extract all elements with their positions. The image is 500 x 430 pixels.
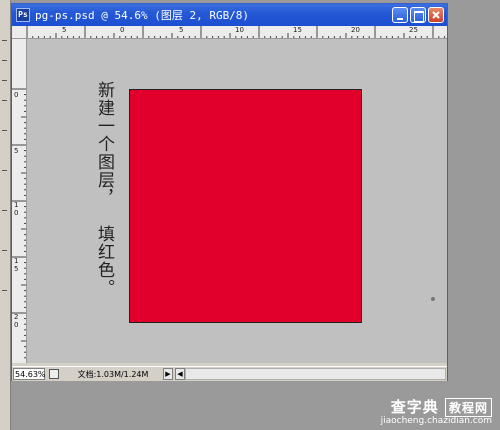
ruler-label: 25	[409, 26, 418, 34]
canvas-workspace[interactable]: 新建一个图层， 填红色。	[27, 39, 447, 363]
document-window[interactable]: Ps pg-ps.psd @ 54.6% (图层 2, RGB/8) 5 0 5…	[11, 3, 448, 381]
palette-edge	[0, 0, 11, 430]
horizontal-ruler[interactable]: 5 0 5 10 15 20 25	[27, 26, 447, 39]
ruler-origin[interactable]	[12, 26, 27, 39]
ruler-label: 5	[62, 26, 67, 34]
ruler-label: 1 0	[14, 201, 19, 217]
ruler-label: 0	[14, 91, 19, 99]
close-button[interactable]	[428, 7, 444, 23]
ruler-label: 20	[351, 26, 360, 34]
ruler-label: 5	[14, 147, 19, 155]
ruler-label: 1 5	[14, 257, 19, 273]
ruler-label: 5	[179, 26, 184, 34]
watermark-box: 教程网	[444, 398, 492, 417]
watermark-site: 查字典	[390, 398, 439, 416]
photoshop-document-icon: Ps	[16, 8, 30, 22]
watermark: 查字典 教程网 jiaocheng.chazidian.com	[381, 396, 492, 426]
window-title: pg-ps.psd @ 54.6% (图层 2, RGB/8)	[35, 9, 250, 22]
minimize-button[interactable]	[392, 7, 408, 23]
title-bar[interactable]: Ps pg-ps.psd @ 54.6% (图层 2, RGB/8)	[12, 4, 447, 26]
maximize-icon	[414, 11, 424, 22]
ruler-label: 15	[293, 26, 302, 34]
status-bar: 54.63% 文档:1.03M/1.24M ▶ ◀	[12, 366, 447, 381]
vertical-ruler[interactable]: 0 5 1 0 1 5 2 0	[12, 39, 27, 363]
scroll-left-button[interactable]: ◀	[175, 368, 185, 380]
maximize-button[interactable]	[410, 7, 426, 23]
ruler-label: 0	[120, 26, 125, 34]
annotation-text: 新建一个图层， 填红色。	[92, 81, 114, 297]
zoom-field[interactable]: 54.63%	[13, 368, 46, 380]
cursor-dot	[431, 297, 435, 301]
annotation-line-2: 填红色。	[94, 225, 114, 297]
status-menu-arrow[interactable]: ▶	[163, 368, 173, 380]
watermark-url: jiaocheng.chazidian.com	[380, 416, 492, 426]
minimize-icon	[397, 18, 403, 20]
ruler-label: 10	[235, 26, 244, 34]
horizontal-scrollbar[interactable]	[185, 368, 446, 380]
document-size-info[interactable]: 文档:1.03M/1.24M	[63, 369, 163, 380]
ruler-label: 2 0	[14, 313, 19, 329]
red-layer[interactable]	[129, 89, 362, 323]
close-icon	[432, 11, 440, 19]
document-icon[interactable]	[49, 369, 59, 379]
annotation-line-1: 新建一个图层，	[94, 81, 114, 207]
